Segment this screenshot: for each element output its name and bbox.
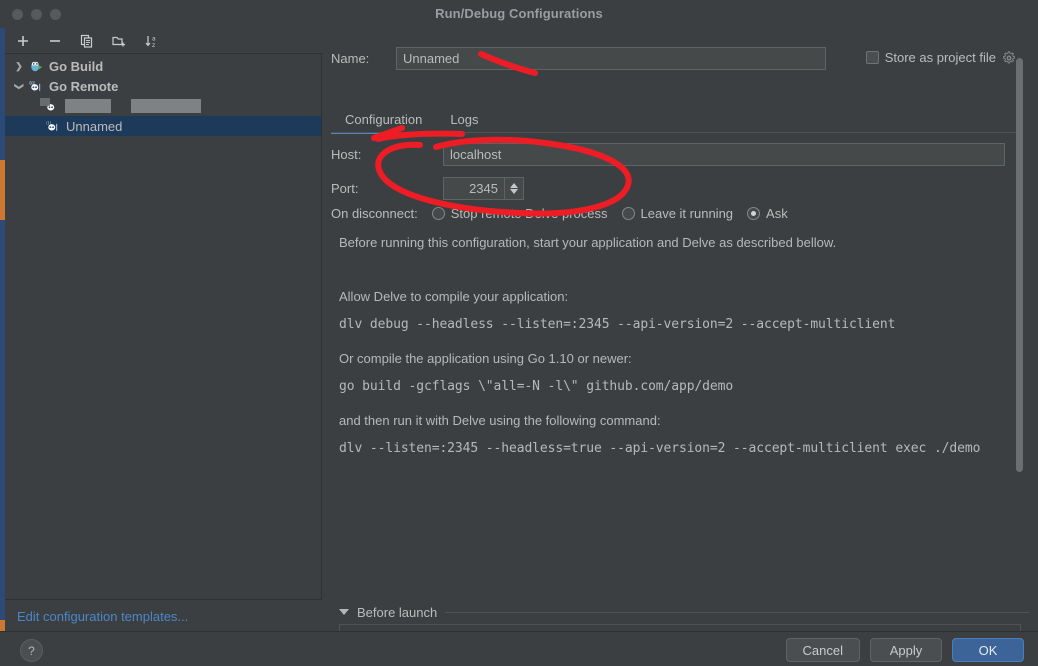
tree-item-redacted[interactable] [5,96,321,116]
ok-button[interactable]: OK [952,638,1024,662]
host-row: Host: [331,140,1021,174]
on-disconnect-label: On disconnect: [331,206,418,221]
configuration-panel: Name: Store as project file Configuratio… [322,28,1038,666]
separator-line [445,611,1029,613]
cancel-button[interactable]: Cancel [785,638,860,662]
section-command-1: dlv debug --headless --listen=:2345 --ap… [339,317,896,332]
tab-label: Configuration [345,112,423,127]
name-label: Name: [331,51,370,66]
radio-label-ask: Ask [766,206,788,221]
panel-scrollbar[interactable] [1016,58,1025,472]
gear-icon[interactable] [1002,50,1016,65]
store-as-project-file-checkbox[interactable] [865,51,879,64]
radio-label-leave-running: Leave it running [640,206,734,221]
scrollbar-thumb[interactable] [1016,58,1023,472]
section-heading-2: Or compile the application using Go 1.10… [339,351,632,366]
tree-item-label: Go Build [49,58,104,74]
triangle-down-icon[interactable] [339,609,349,615]
before-launch-title: Before launch [357,604,438,620]
configuration-form: Host: Port: On disconnect: Stop remote D… [331,140,1029,666]
folder-add-icon[interactable] [109,31,129,51]
tab-label: Logs [450,112,479,127]
tree-item-label: Go Remote [49,78,119,94]
tree-item-label: Unnamed [66,118,123,134]
sort-az-icon[interactable]: a z [141,31,161,51]
chevron-down-icon[interactable] [11,81,27,92]
section-command-3: dlv --listen=:2345 --headless=true --api… [339,441,981,456]
tab-configuration[interactable]: Configuration [331,108,437,134]
redaction-block [65,99,111,113]
go-gopher-icon [27,58,45,74]
port-input[interactable] [443,177,504,200]
triangle-down-icon[interactable] [510,189,518,194]
copy-icon[interactable] [77,31,97,51]
apply-button[interactable]: Apply [870,638,942,662]
radio-leave-it-running[interactable] [621,207,635,220]
window-title: Run/Debug Configurations [435,6,603,21]
redaction-block [40,98,50,106]
dialog-buttons: Cancel Apply OK [785,638,1024,662]
configurations-sidebar: a z Go Build [5,28,329,601]
run-debug-configurations-dialog: Run/Debug Configurations a z ❯ Go Build … [0,0,1038,666]
store-as-project-file-row[interactable]: Store as project file [865,50,1016,65]
chevron-right-icon[interactable] [11,61,27,72]
section-heading-3: and then run it with Delve using the fol… [339,413,661,428]
radio-stop-remote-delve-process[interactable] [431,207,445,220]
add-configuration-button[interactable] [13,31,33,51]
section-heading-1: Allow Delve to compile your application: [339,289,569,304]
port-stepper[interactable] [443,177,525,200]
go-remote-icon: ((( [27,78,45,94]
section-command-2: go build -gcflags \"all=-N -l\" github.c… [339,379,734,394]
host-label: Host: [331,147,362,162]
configurations-tree[interactable]: Go Build ((( Go Remote [5,54,321,601]
before-launch-header[interactable]: Before launch [339,604,1029,620]
port-label: Port: [331,181,359,196]
triangle-up-icon[interactable] [510,183,518,188]
name-input[interactable] [396,47,826,70]
edit-configuration-templates-link[interactable]: Edit configuration templates... [17,609,188,624]
tree-item-go-remote[interactable]: ((( Go Remote [5,76,321,96]
radio-ask[interactable] [747,207,761,220]
title-bar: Run/Debug Configurations [0,0,1038,29]
redaction-block [131,99,201,113]
port-spinner[interactable] [504,177,524,200]
help-button[interactable]: ? [20,639,43,662]
radio-label-stop-remote: Stop remote Delve process [450,206,608,221]
configuration-tabs[interactable]: Configuration Logs [331,106,1021,134]
svg-text:z: z [152,42,155,48]
tab-separator [331,132,1021,133]
host-input[interactable] [443,143,1005,166]
store-as-project-file-label: Store as project file [884,50,996,65]
intro-text: Before running this configuration, start… [339,235,837,250]
tree-item-unnamed[interactable]: ((( Unnamed [5,116,321,136]
go-remote-icon: ((( [44,118,62,134]
sidebar-footer: Edit configuration templates... [5,599,334,632]
remove-configuration-button[interactable] [45,31,65,51]
on-disconnect-row: On disconnect: Stop remote Delve process… [331,206,788,221]
tab-logs[interactable]: Logs [436,108,492,132]
port-row: Port: [331,174,1021,208]
dialog-footer: ? Cancel Apply OK [0,631,1038,666]
tree-item-go-build[interactable]: Go Build [5,56,321,76]
sidebar-toolbar: a z [5,28,329,54]
